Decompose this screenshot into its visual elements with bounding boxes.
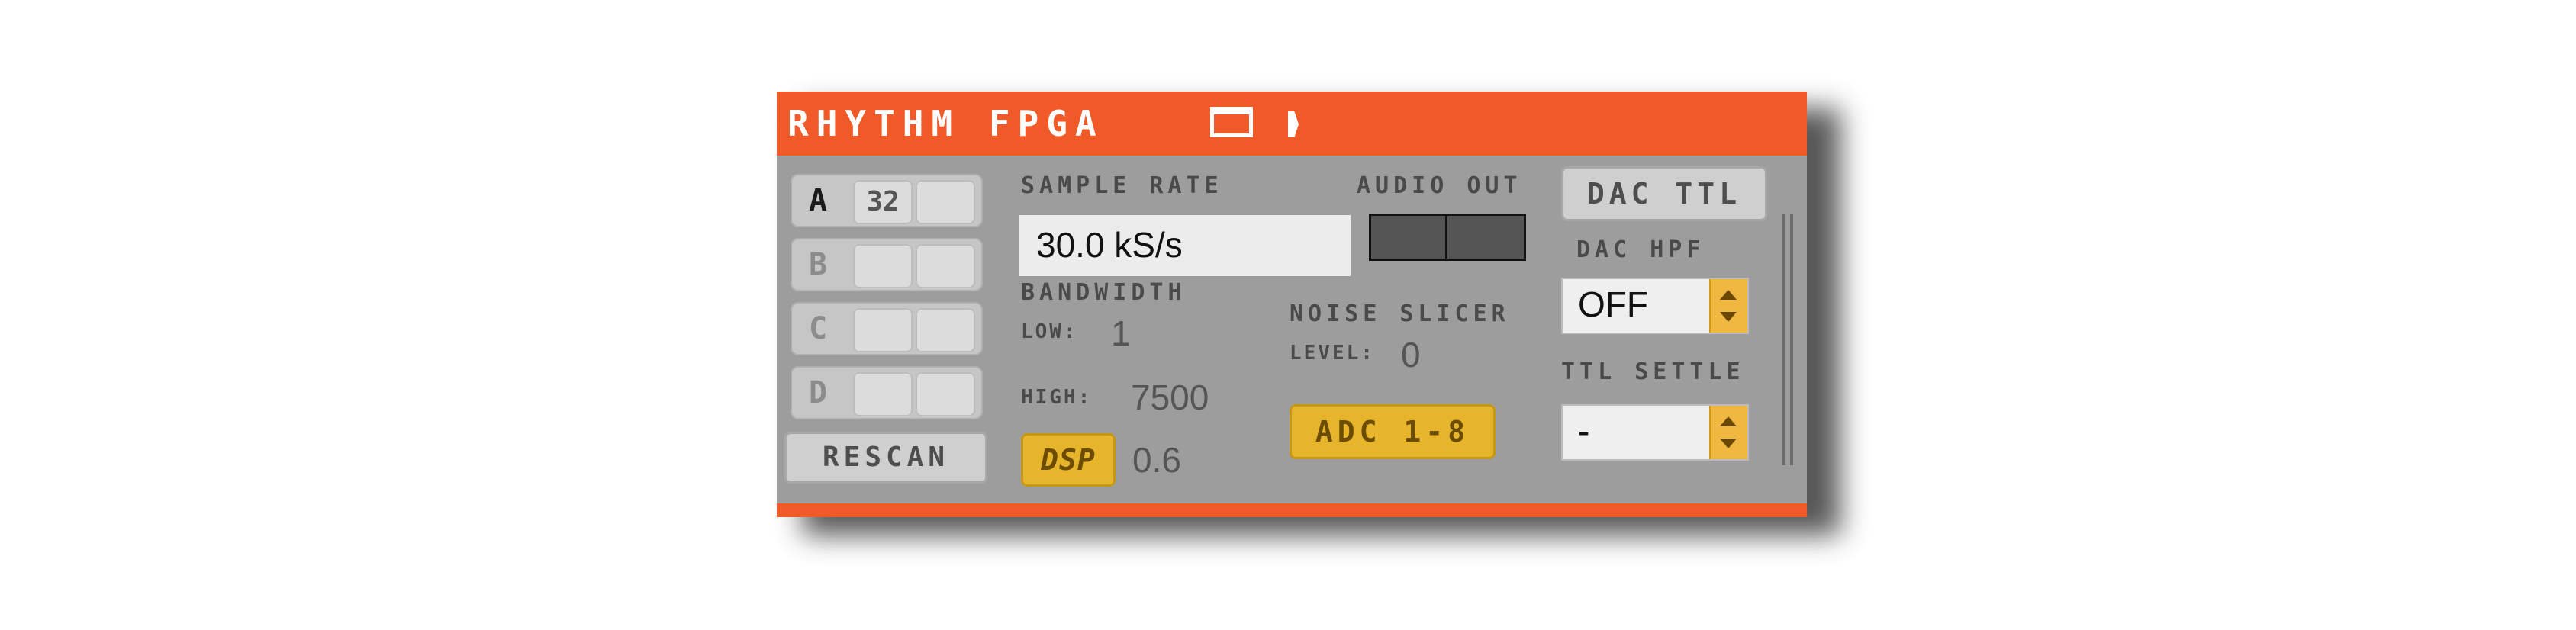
headstage-slot[interactable] [916,180,975,224]
window-icon[interactable] [1210,107,1253,137]
headstage-slot[interactable] [853,244,913,288]
dac-hpf-select[interactable]: OFF [1561,278,1749,334]
bandwidth-low-value[interactable]: 1 [1111,313,1131,354]
rhythm-fpga-panel: RHYTHM FPGA A 32 B C D RESCAN SAMPLE RAT… [777,92,1807,517]
panel-title: RHYTHM FPGA [787,103,1104,144]
noise-slicer-level-value[interactable]: 0 [1401,334,1421,375]
headstage-slot[interactable]: 32 [853,180,913,224]
adc-button[interactable]: ADC 1-8 [1290,404,1496,459]
audio-out-label: AUDIO OUT [1357,172,1522,199]
rescan-button[interactable]: RESCAN [784,432,987,484]
noise-slicer-label: NOISE SLICER [1290,301,1510,327]
title-bar[interactable]: RHYTHM FPGA [777,92,1807,156]
dac-hpf-label: DAC HPF [1576,236,1705,263]
headstage-row-d[interactable]: D [791,366,983,419]
headstage-row-a[interactable]: A 32 [791,174,983,227]
expand-arrow-icon[interactable] [1288,111,1299,137]
headstage-slot[interactable] [916,308,975,352]
footer-bar [777,503,1807,517]
headstage-row-b[interactable]: B [791,238,983,291]
headstage-slot[interactable] [853,372,913,416]
bandwidth-label: BANDWIDTH [1021,279,1187,306]
audio-out-selector[interactable] [1369,214,1526,261]
sample-rate-value: 30.0 kS/s [1036,225,1183,265]
ttl-settle-select[interactable]: - [1561,404,1749,461]
headstage-slot[interactable] [916,372,975,416]
sample-rate-select[interactable]: 30.0 kS/s [1019,215,1351,276]
headstage-slot[interactable] [853,308,913,352]
audio-out-right[interactable] [1447,216,1524,259]
audio-out-left[interactable] [1371,216,1447,259]
scrollbar-line[interactable] [1782,214,1785,465]
dac-hpf-value: OFF [1578,284,1648,324]
headstage-slot[interactable] [916,244,975,288]
scrollbar-line[interactable] [1790,214,1793,465]
headstage-letter: A [808,183,828,218]
sample-rate-label: SAMPLE RATE [1021,172,1223,199]
headstage-letter: D [808,375,828,410]
headstage-letter: B [808,247,828,282]
select-arrows-icon[interactable] [1709,406,1747,459]
ttl-settle-value: - [1578,411,1590,451]
dac-ttl-button[interactable]: DAC TTL [1561,166,1767,221]
bandwidth-high-label: HIGH: [1021,386,1093,409]
headstage-letter: C [808,311,828,346]
ttl-settle-label: TTL SETTLE [1561,358,1745,385]
noise-slicer-level-label: LEVEL: [1290,342,1375,365]
bandwidth-high-value[interactable]: 7500 [1131,377,1209,418]
bandwidth-low-label: LOW: [1021,320,1078,343]
headstage-row-c[interactable]: C [791,302,983,355]
select-arrows-icon[interactable] [1709,279,1747,333]
dsp-value[interactable]: 0.6 [1132,439,1181,481]
dsp-button[interactable]: DSP [1021,433,1116,487]
